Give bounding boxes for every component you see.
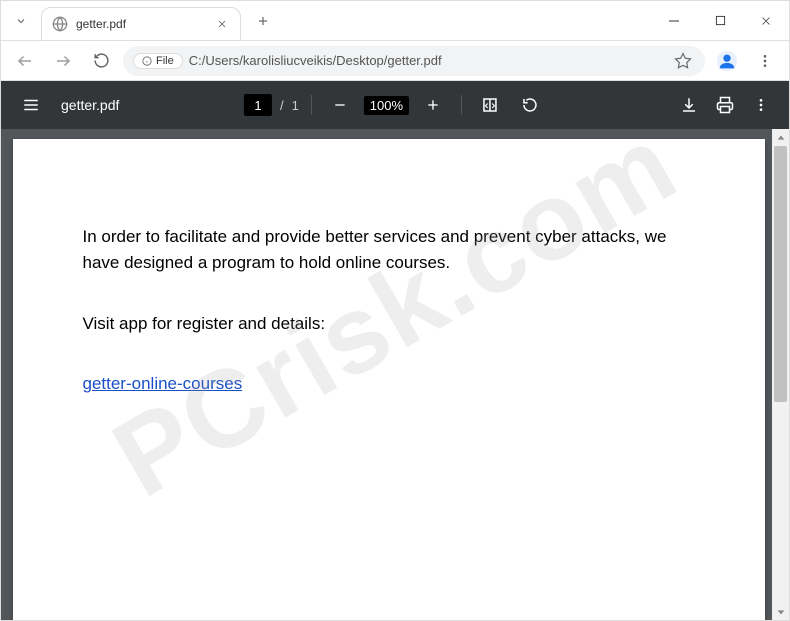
browser-tab[interactable]: getter.pdf: [41, 7, 241, 41]
vertical-scrollbar[interactable]: [772, 129, 789, 620]
window-titlebar: getter.pdf: [1, 1, 789, 41]
pdf-page-container: In order to facilitate and provide bette…: [1, 129, 772, 620]
download-button[interactable]: [673, 89, 705, 121]
fit-page-button[interactable]: [474, 89, 506, 121]
reload-button[interactable]: [85, 45, 117, 77]
document-paragraph: Visit app for register and details:: [83, 311, 695, 337]
page-number-input[interactable]: [244, 94, 272, 116]
scroll-up-button[interactable]: [772, 129, 789, 146]
toolbar-divider: [311, 95, 312, 115]
page-total: 1: [292, 98, 299, 113]
pdf-toolbar: getter.pdf / 1 100%: [1, 81, 789, 129]
toolbar-divider: [461, 95, 462, 115]
url-scheme-label: File: [156, 55, 174, 67]
scrollbar-track[interactable]: [772, 146, 789, 603]
pdf-filename: getter.pdf: [61, 97, 119, 113]
document-link[interactable]: getter-online-courses: [83, 374, 243, 393]
page-separator: /: [280, 98, 284, 113]
zoom-out-button[interactable]: [324, 89, 356, 121]
scroll-down-button[interactable]: [772, 603, 789, 620]
pdf-right-controls: [673, 89, 777, 121]
forward-button[interactable]: [47, 45, 79, 77]
globe-icon: [52, 16, 68, 32]
bookmark-button[interactable]: [671, 52, 695, 70]
back-button[interactable]: [9, 45, 41, 77]
zoom-level: 100%: [364, 96, 409, 115]
tab-title: getter.pdf: [76, 17, 206, 31]
minimize-button[interactable]: [651, 1, 697, 40]
pdf-menu-button[interactable]: [13, 87, 49, 123]
info-icon: [142, 56, 152, 66]
url-bar[interactable]: File C:/Users/karolisliucveikis/Desktop/…: [123, 46, 705, 76]
maximize-button[interactable]: [697, 1, 743, 40]
pdf-page: In order to facilitate and provide bette…: [13, 139, 765, 620]
browser-menu-button[interactable]: [749, 45, 781, 77]
address-bar: File C:/Users/karolisliucveikis/Desktop/…: [1, 41, 789, 81]
url-scheme-chip[interactable]: File: [133, 53, 183, 69]
pdf-viewport: In order to facilitate and provide bette…: [1, 129, 789, 620]
pdf-center-controls: / 1 100%: [244, 89, 546, 121]
close-window-button[interactable]: [743, 1, 789, 40]
profile-button[interactable]: [711, 45, 743, 77]
window-controls: [651, 1, 789, 40]
print-button[interactable]: [709, 89, 741, 121]
url-text: C:/Users/karolisliucveikis/Desktop/gette…: [189, 53, 665, 68]
search-tabs-button[interactable]: [7, 7, 35, 35]
new-tab-button[interactable]: [249, 7, 277, 35]
scrollbar-thumb[interactable]: [774, 146, 787, 402]
pdf-more-button[interactable]: [745, 89, 777, 121]
zoom-in-button[interactable]: [417, 89, 449, 121]
rotate-button[interactable]: [514, 89, 546, 121]
document-paragraph: In order to facilitate and provide bette…: [83, 224, 695, 277]
close-tab-button[interactable]: [214, 16, 230, 32]
